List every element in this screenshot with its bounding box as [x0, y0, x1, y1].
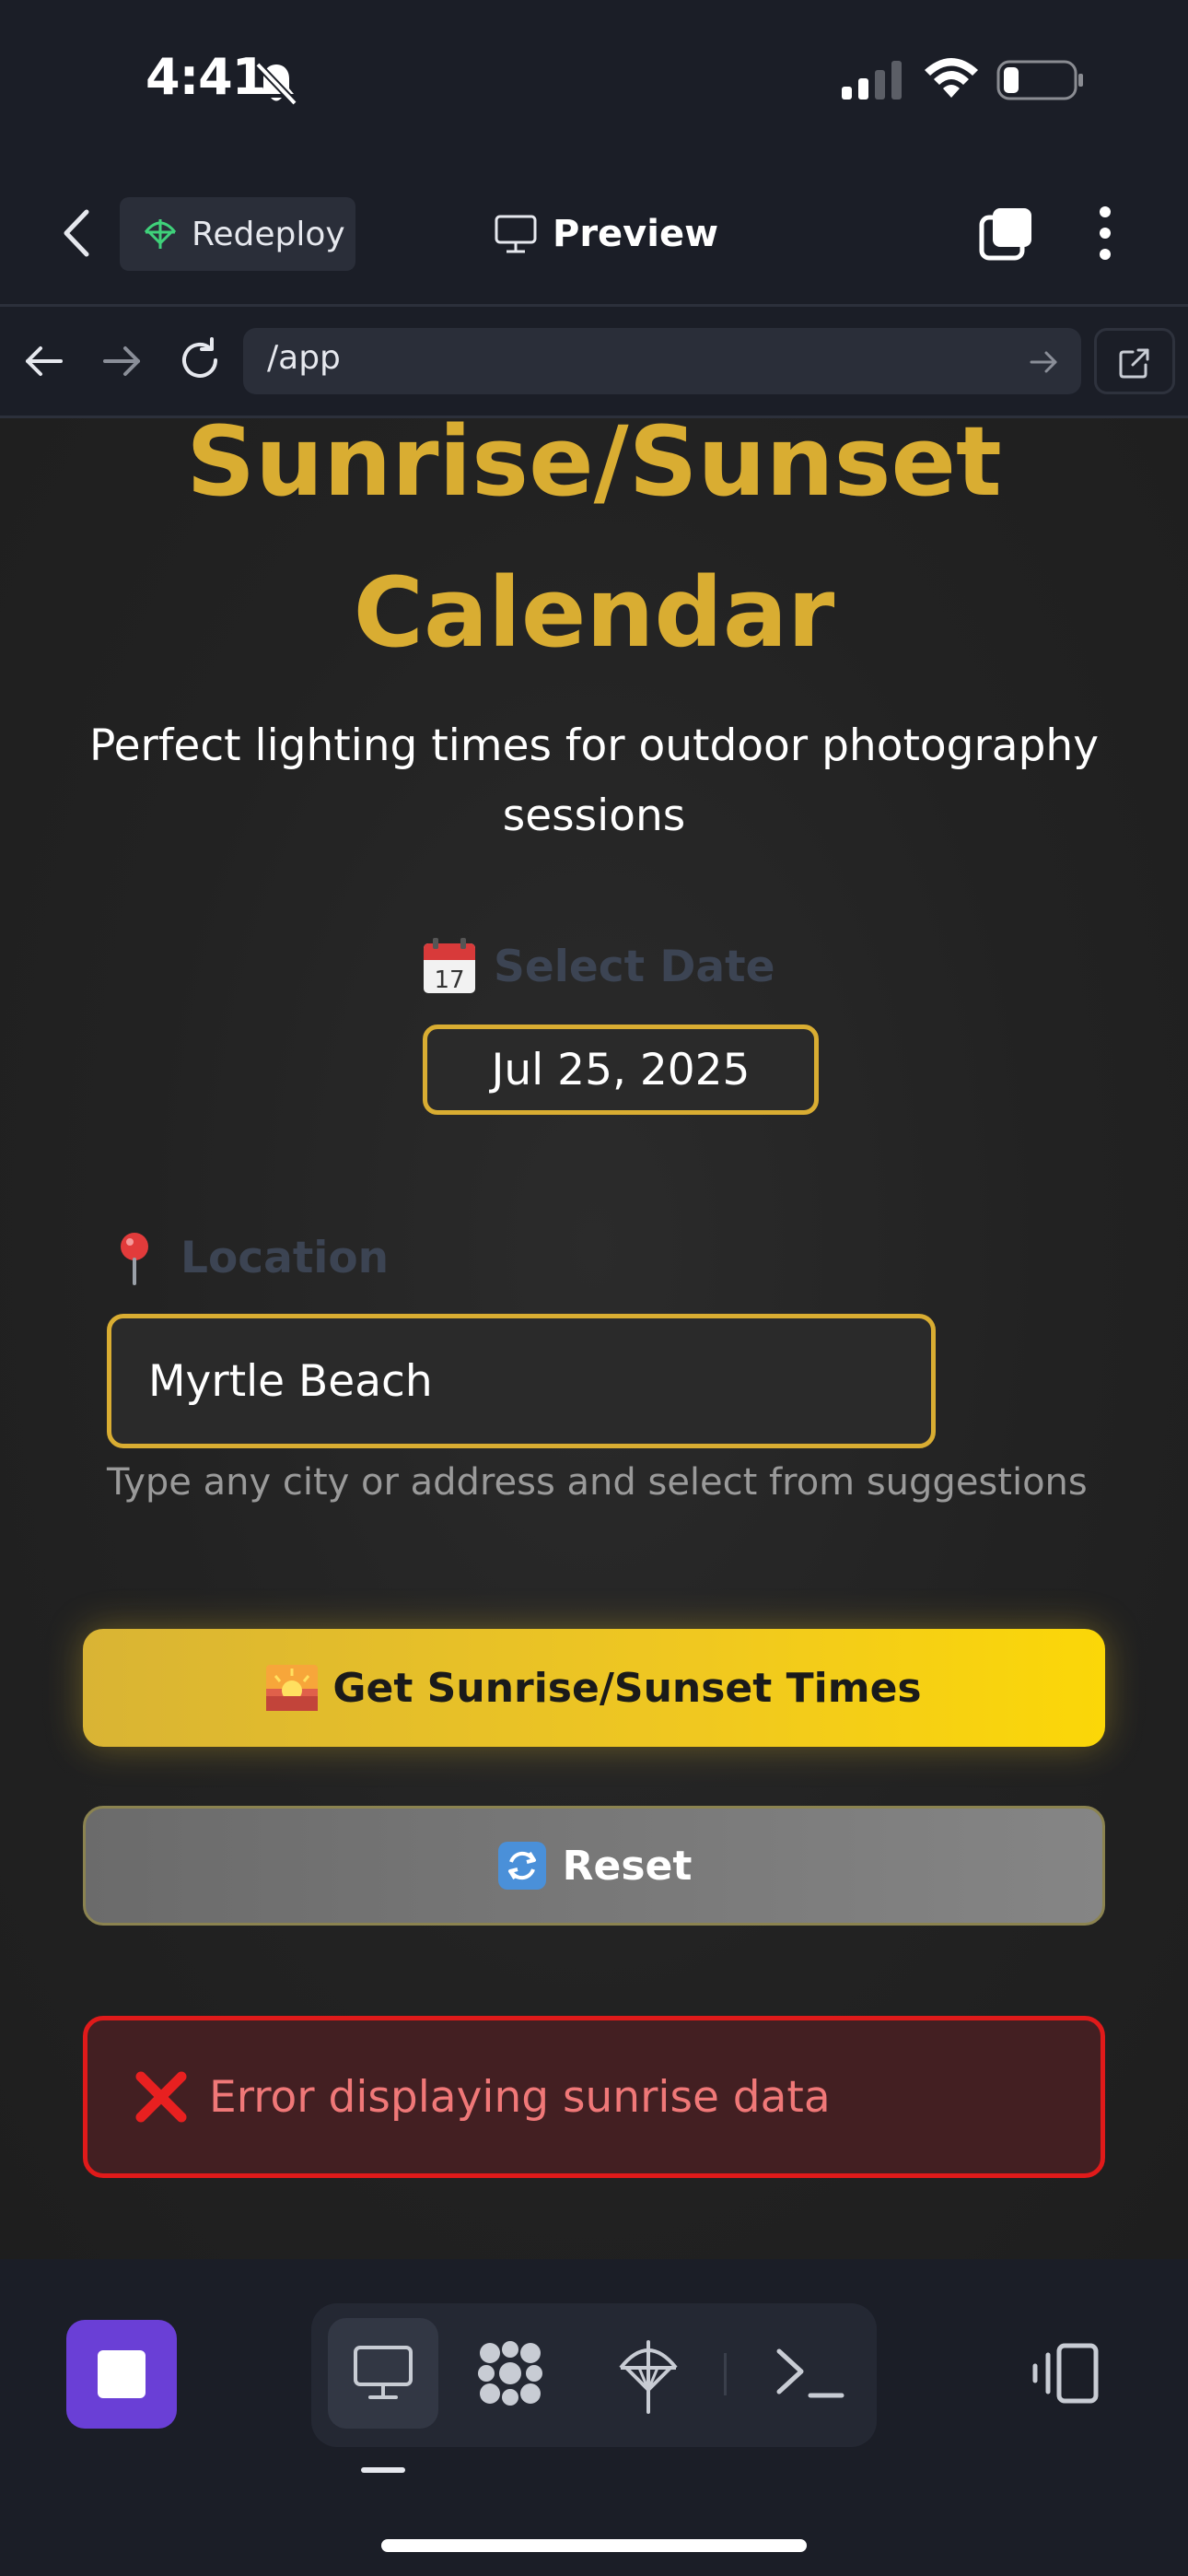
external-link-icon	[1119, 348, 1149, 379]
deploy-icon	[144, 219, 177, 249]
get-times-button[interactable]: Get Sunrise/Sunset Times	[83, 1629, 1105, 1747]
url-field[interactable]	[243, 328, 1081, 394]
arrow-right-icon[interactable]	[101, 341, 142, 381]
active-tool-indicator	[361, 2467, 405, 2473]
sunrise-icon	[266, 1665, 319, 1711]
bell-slash-icon	[255, 62, 297, 106]
location-input[interactable]: Myrtle Beach	[107, 1314, 936, 1448]
web-content: Sunrise/Sunset Calendar Perfect lighting…	[0, 418, 1188, 2259]
stop-icon	[98, 2350, 146, 2398]
toolbar-divider	[724, 2353, 727, 2395]
back-chevron-icon[interactable]	[57, 208, 98, 258]
app-subtitle: Perfect lighting times for outdoor photo…	[88, 720, 1100, 841]
tabs-icon[interactable]	[978, 205, 1035, 262]
reset-label: Reset	[562, 1842, 693, 1890]
location-label: Location	[181, 1232, 390, 1283]
deploy-icon	[619, 2340, 678, 2414]
go-arrow-icon[interactable]	[1028, 346, 1059, 378]
monitor-icon	[495, 215, 537, 253]
get-times-label: Get Sunrise/Sunset Times	[332, 1664, 922, 1712]
split-panel-icon	[1032, 2343, 1099, 2404]
url-text[interactable]: /app	[267, 339, 341, 377]
reset-button[interactable]: Reset	[83, 1806, 1105, 1926]
apps-grid-icon	[478, 2341, 542, 2406]
reload-icon[interactable]	[177, 337, 223, 383]
preview-title: Preview	[494, 206, 718, 262]
signal-icon	[842, 61, 902, 100]
error-text: Error displaying sunrise data	[209, 2071, 831, 2123]
redeploy-label: Redeploy	[192, 215, 345, 253]
calendar-icon: 17	[424, 938, 475, 994]
terminal-icon	[776, 2348, 844, 2398]
error-x-icon	[135, 2071, 187, 2123]
deploy-tool-button[interactable]	[611, 2333, 685, 2416]
location-label-row: Location	[112, 1225, 389, 1290]
open-external-button[interactable]	[1094, 328, 1175, 394]
date-label: Select Date	[494, 941, 775, 992]
app-title-line1: Sunrise/Sunset	[186, 418, 1002, 518]
shell-tool-button[interactable]	[770, 2340, 849, 2405]
app-title-line2: Calendar	[353, 556, 835, 669]
redeploy-button[interactable]: Redeploy	[120, 197, 355, 271]
date-input[interactable]: Jul 25, 2025	[423, 1025, 819, 1115]
location-hint: Type any city or address and select from…	[107, 1461, 1088, 1504]
pin-icon	[121, 1233, 148, 1285]
preview-label: Preview	[553, 213, 719, 255]
refresh-icon	[497, 1842, 546, 1890]
panel-toggle-button[interactable]	[1028, 2340, 1101, 2406]
error-message-box: Error displaying sunrise data	[83, 2016, 1105, 2178]
monitor-icon	[354, 2346, 413, 2399]
home-indicator	[381, 2539, 807, 2552]
preview-tool-button[interactable]	[328, 2318, 438, 2429]
apps-tool-button[interactable]	[473, 2336, 547, 2410]
wifi-icon	[925, 58, 978, 98]
battery-icon	[996, 60, 1083, 100]
date-label-row: 17 Select Date	[422, 934, 775, 999]
arrow-left-icon[interactable]	[24, 341, 64, 381]
status-time: 4:41	[146, 48, 266, 106]
svg-text:17: 17	[434, 966, 464, 994]
stop-button[interactable]	[66, 2320, 177, 2429]
more-options-icon[interactable]	[1092, 205, 1118, 262]
